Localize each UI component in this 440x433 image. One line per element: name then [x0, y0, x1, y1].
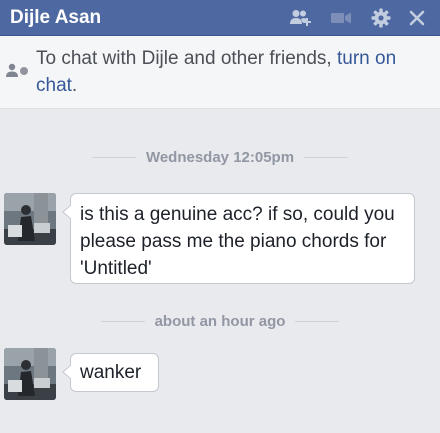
timestamp-divider: Wednesday 12:05pm — [0, 147, 440, 167]
bubble-tail — [62, 205, 72, 219]
message-timestamp: Wednesday 12:05pm — [145, 148, 295, 166]
avatar[interactable] — [4, 348, 56, 400]
divider-line — [100, 320, 145, 322]
message-timestamp: about an hour ago — [154, 312, 286, 330]
message-text: wanker — [80, 362, 142, 383]
message-text: is this a genuine acc? if so, could you … — [80, 204, 395, 279]
message-bubble[interactable]: is this a genuine acc? if so, could you … — [62, 193, 415, 284]
chat-header: Dijle Asan — [0, 0, 440, 36]
chat-off-message: To chat with Dijle and other friends, tu… — [36, 45, 426, 99]
avatar[interactable] — [4, 193, 56, 245]
close-icon[interactable] — [406, 8, 428, 28]
divider-line — [304, 156, 349, 158]
divider-line — [91, 156, 136, 158]
message-bubble[interactable]: wanker — [62, 353, 159, 392]
timestamp-divider: about an hour ago — [0, 311, 440, 331]
notice-text: To chat with Dijle and other friends, — [36, 48, 332, 69]
video-call-icon[interactable] — [330, 8, 352, 28]
gear-icon[interactable] — [370, 8, 392, 28]
divider-line — [295, 320, 340, 322]
add-friend-icon[interactable] — [290, 8, 312, 28]
chat-status-icon — [5, 63, 31, 84]
chat-title[interactable]: Dijle Asan — [10, 6, 101, 30]
chat-off-notice: To chat with Dijle and other friends, tu… — [0, 36, 440, 109]
bubble-tail — [62, 365, 72, 379]
notice-suffix: . — [71, 75, 78, 96]
